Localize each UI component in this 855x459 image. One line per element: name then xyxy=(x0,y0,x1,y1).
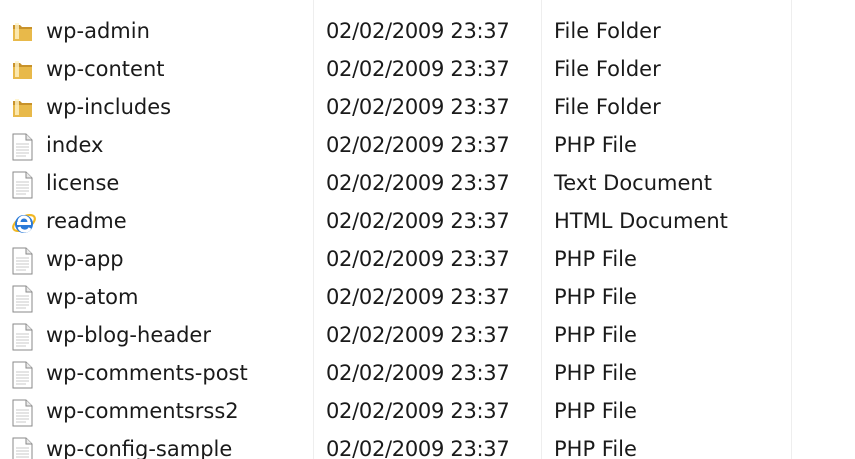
date-modified: 02/02/2009 23:37 xyxy=(326,209,510,233)
document-icon xyxy=(10,437,36,459)
date-modified: 02/02/2009 23:37 xyxy=(326,323,510,347)
document-icon xyxy=(10,133,36,161)
date-modified: 02/02/2009 23:37 xyxy=(326,57,510,81)
file-name: wp-app xyxy=(46,247,124,271)
file-name: wp-content xyxy=(46,57,165,81)
file-type: PHP File xyxy=(554,323,637,347)
file-list: wp-admin 02/02/2009 23:37 File Folder wp-co… xyxy=(0,0,855,459)
document-icon xyxy=(10,361,36,389)
file-row[interactable]: wp-content 02/02/2009 23:37 File Folder xyxy=(0,50,855,88)
document-icon xyxy=(10,323,36,351)
file-name: readme xyxy=(46,209,127,233)
file-row[interactable]: wp-app 02/02/2009 23:37 PHP File xyxy=(0,240,855,278)
file-row[interactable]: wp-blog-header 02/02/2009 23:37 PHP File xyxy=(0,316,855,354)
date-modified: 02/02/2009 23:37 xyxy=(326,95,510,119)
document-icon xyxy=(10,171,36,199)
file-row[interactable]: license 02/02/2009 23:37 Text Document xyxy=(0,164,855,202)
file-type: File Folder xyxy=(554,19,661,43)
folder-icon xyxy=(10,19,36,47)
file-type: File Folder xyxy=(554,57,661,81)
date-modified: 02/02/2009 23:37 xyxy=(326,247,510,271)
file-row[interactable]: wp-admin 02/02/2009 23:37 File Folder xyxy=(0,12,855,50)
file-name: wp-config-sample xyxy=(46,437,233,459)
file-name: wp-commentsrss2 xyxy=(46,399,239,423)
file-name: wp-admin xyxy=(46,19,150,43)
file-type: PHP File xyxy=(554,247,637,271)
file-row[interactable]: index 02/02/2009 23:37 PHP File xyxy=(0,126,855,164)
file-row[interactable]: wp-includes 02/02/2009 23:37 File Folder xyxy=(0,88,855,126)
file-name: wp-includes xyxy=(46,95,172,119)
file-row[interactable]: wp-commentsrss2 02/02/2009 23:37 PHP File xyxy=(0,392,855,430)
file-type: Text Document xyxy=(554,171,712,195)
folder-icon xyxy=(10,57,36,85)
file-row[interactable]: wp-atom 02/02/2009 23:37 PHP File xyxy=(0,278,855,316)
file-name: wp-comments-post xyxy=(46,361,248,385)
file-row[interactable]: wp-comments-post 02/02/2009 23:37 PHP File xyxy=(0,354,855,392)
date-modified: 02/02/2009 23:37 xyxy=(326,361,510,385)
date-modified: 02/02/2009 23:37 xyxy=(326,285,510,309)
file-row[interactable]: readme 02/02/2009 23:37 HTML Document xyxy=(0,202,855,240)
document-icon xyxy=(10,285,36,313)
date-modified: 02/02/2009 23:37 xyxy=(326,133,510,157)
date-modified: 02/02/2009 23:37 xyxy=(326,399,510,423)
document-icon xyxy=(10,399,36,427)
date-modified: 02/02/2009 23:37 xyxy=(326,19,510,43)
folder-icon xyxy=(10,95,36,123)
file-type: PHP File xyxy=(554,437,637,459)
file-name: license xyxy=(46,171,120,195)
file-type: File Folder xyxy=(554,95,661,119)
date-modified: 02/02/2009 23:37 xyxy=(326,437,510,459)
internet-explorer-icon xyxy=(10,209,36,237)
file-type: PHP File xyxy=(554,133,637,157)
file-type: PHP File xyxy=(554,399,637,423)
file-type: PHP File xyxy=(554,285,637,309)
file-name: wp-atom xyxy=(46,285,139,309)
file-row[interactable]: wp-config-sample 02/02/2009 23:37 PHP File xyxy=(0,430,855,459)
file-type: HTML Document xyxy=(554,209,728,233)
date-modified: 02/02/2009 23:37 xyxy=(326,171,510,195)
document-icon xyxy=(10,247,36,275)
file-name: index xyxy=(46,133,104,157)
file-name: wp-blog-header xyxy=(46,323,211,347)
file-type: PHP File xyxy=(554,361,637,385)
